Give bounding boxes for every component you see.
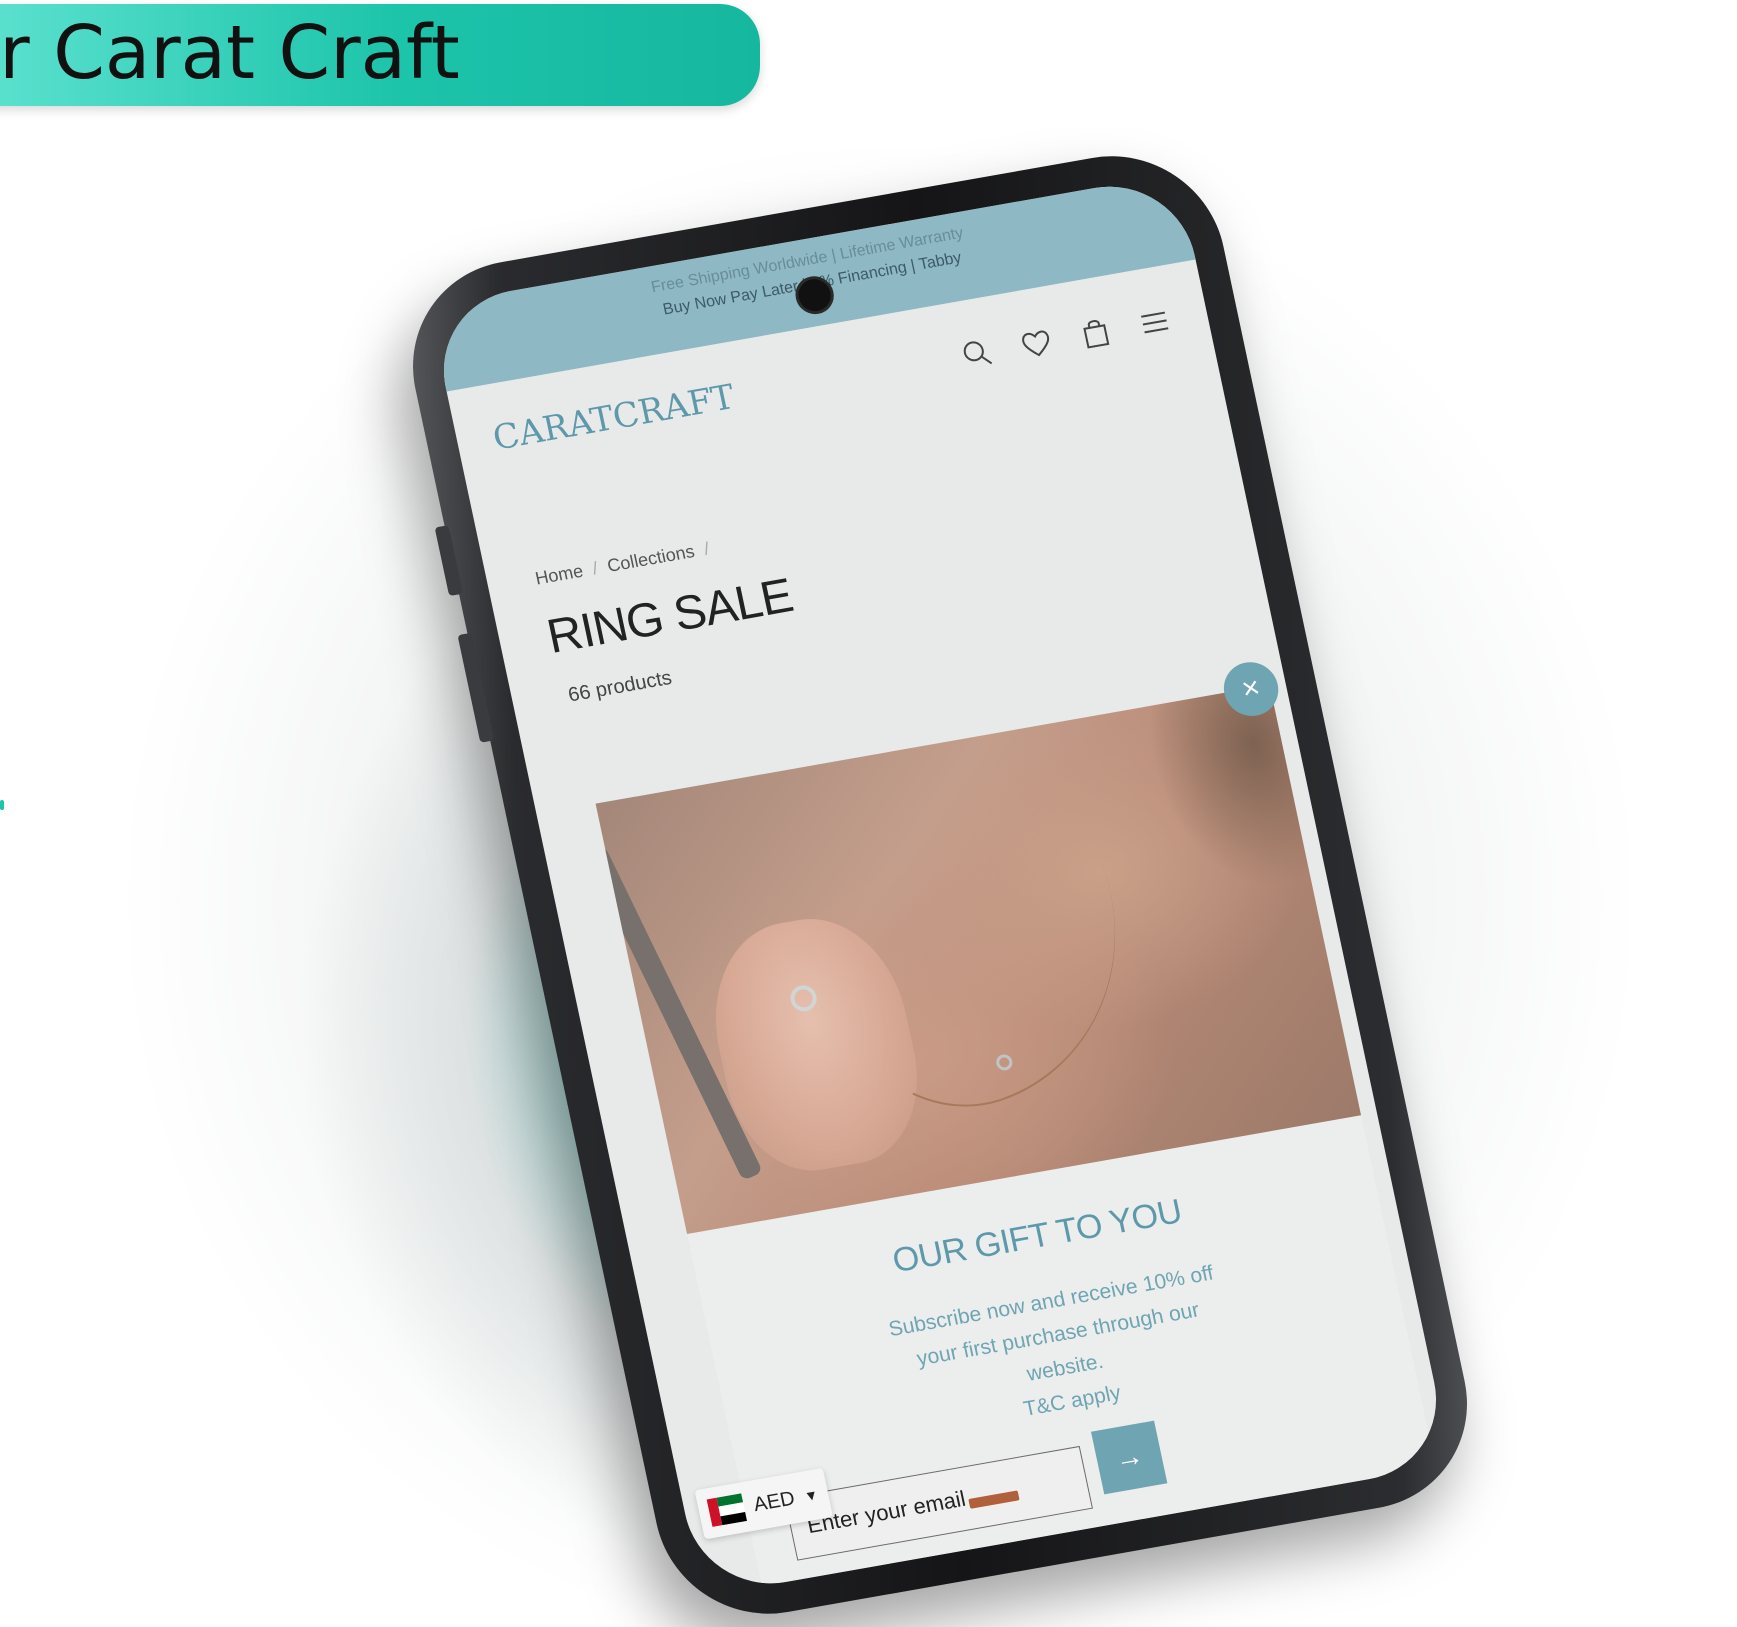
site-logo[interactable]: CARATCRAFT bbox=[489, 377, 738, 459]
banner-title: or Carat Craft bbox=[0, 10, 460, 96]
search-icon[interactable] bbox=[957, 334, 998, 373]
popup-text: Subscribe now and receive 10% off your f… bbox=[880, 1256, 1243, 1448]
newsletter-popup: × OUR GIFT TO YOU Subscribe now and rece… bbox=[595, 657, 1436, 1587]
currency-code: AED bbox=[751, 1486, 797, 1516]
side-marker bbox=[0, 800, 4, 810]
popup-photo bbox=[595, 684, 1362, 1235]
header-icons bbox=[957, 303, 1175, 373]
heart-icon[interactable] bbox=[1016, 324, 1057, 363]
subscribe-button[interactable]: → bbox=[1090, 1420, 1168, 1495]
breadcrumb-separator: / bbox=[702, 538, 712, 559]
breadcrumb-separator: / bbox=[590, 558, 600, 579]
chevron-down-icon: ▼ bbox=[802, 1486, 820, 1505]
bag-icon[interactable] bbox=[1075, 313, 1116, 352]
menu-icon[interactable] bbox=[1134, 303, 1175, 342]
uae-flag-icon bbox=[706, 1493, 747, 1527]
